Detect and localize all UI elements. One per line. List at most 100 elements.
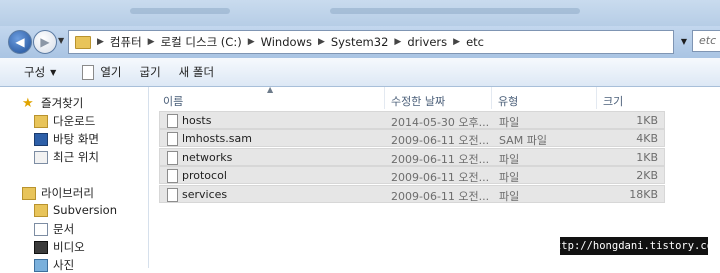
organize-label: 구성: [24, 65, 46, 79]
documents-icon: [34, 222, 48, 236]
new-folder-button[interactable]: 새 폴더: [170, 58, 223, 86]
breadcrumb-windows[interactable]: Windows: [261, 35, 312, 49]
file-type: 파일: [499, 171, 520, 184]
file-icon: [167, 151, 178, 165]
favorites-label: 즐겨찾기: [41, 96, 84, 110]
desktop-icon: [34, 132, 48, 146]
file-date: 2009-06-11 오전...: [391, 153, 490, 166]
nav-libraries[interactable]: 라이브러리: [22, 185, 94, 201]
file-name: hosts: [182, 114, 212, 127]
file-row[interactable]: lmhosts.sam 2009-06-11 오전... SAM 파일 4KB: [159, 129, 665, 147]
nav-item-pictures[interactable]: 사진: [34, 257, 74, 273]
search-input[interactable]: etc: [692, 30, 720, 52]
open-button[interactable]: 열기: [73, 58, 130, 86]
back-button[interactable]: ◀: [8, 30, 32, 54]
nav-item-label: 사진: [53, 258, 75, 272]
recent-places-icon: [34, 150, 48, 164]
file-size: 2KB: [636, 169, 658, 182]
breadcrumb-separator-icon[interactable]: ▶: [394, 37, 401, 47]
burn-label: 굽기: [139, 65, 161, 79]
file-size: 4KB: [636, 132, 658, 145]
nav-item-videos[interactable]: 비디오: [34, 239, 85, 255]
file-name: lmhosts.sam: [182, 132, 252, 145]
nav-item-label: 최근 위치: [53, 150, 99, 164]
sort-ascending-icon: ▲: [267, 85, 274, 94]
command-toolbar: 구성 ▼ 열기 굽기 새 폴더: [0, 58, 720, 87]
file-name: protocol: [182, 169, 227, 182]
chevron-down-icon: ▼: [50, 67, 57, 77]
nav-item-subversion[interactable]: Subversion: [34, 203, 117, 217]
file-date: 2009-06-11 오전...: [391, 171, 490, 184]
breadcrumb-separator-icon[interactable]: ▶: [97, 37, 104, 47]
nav-favorites[interactable]: ★ 즐겨찾기: [22, 95, 83, 111]
file-row[interactable]: protocol 2009-06-11 오전... 파일 2KB: [159, 166, 665, 184]
address-row: ◀ ▶ ▼ ▶ 컴퓨터 ▶ 로컬 디스크 (C:) ▶ Windows ▶ Sy…: [0, 26, 720, 58]
video-icon: [34, 240, 48, 254]
folder-icon: [75, 35, 91, 49]
file-name: networks: [182, 151, 233, 164]
file-size: 18KB: [629, 188, 658, 201]
file-icon: [167, 169, 178, 183]
file-type: SAM 파일: [499, 134, 547, 147]
nav-item-label: 비디오: [53, 240, 85, 254]
new-folder-label: 새 폴더: [178, 65, 215, 79]
nav-item-recent-places[interactable]: 최근 위치: [34, 149, 99, 165]
breadcrumb-separator-icon[interactable]: ▶: [453, 37, 460, 47]
column-header-size[interactable]: 크기: [603, 93, 623, 109]
breadcrumb-separator-icon[interactable]: ▶: [318, 37, 325, 47]
watermark: http://hongdani.tistory.com: [549, 237, 719, 255]
title-blur: [330, 8, 580, 14]
column-header-name[interactable]: 이름: [163, 93, 183, 109]
file-type: 파일: [499, 190, 520, 203]
breadcrumb: ▶ 컴퓨터 ▶ 로컬 디스크 (C:) ▶ Windows ▶ System32…: [91, 34, 484, 50]
file-date: 2009-06-11 오전...: [391, 190, 490, 203]
organize-button[interactable]: 구성 ▼: [0, 58, 65, 86]
file-icon: [167, 188, 178, 202]
file-date: 2009-06-11 오전...: [391, 134, 490, 147]
column-header-type[interactable]: 유형: [498, 93, 518, 109]
file-size: 1KB: [636, 114, 658, 127]
window-title-bar: [0, 0, 720, 26]
breadcrumb-local-disk[interactable]: 로컬 디스크 (C:): [161, 34, 242, 50]
breadcrumb-etc[interactable]: etc: [466, 35, 484, 49]
nav-item-desktop[interactable]: 바탕 화면: [34, 131, 99, 147]
libraries-label: 라이브러리: [41, 186, 94, 200]
navigation-pane: ★ 즐겨찾기 다운로드 바탕 화면 최근 위치 라이브러리 Subversion…: [0, 87, 149, 272]
document-icon: [82, 64, 95, 80]
file-type: 파일: [499, 153, 520, 166]
forward-button[interactable]: ▶: [33, 30, 57, 54]
file-icon: [167, 132, 178, 146]
file-size: 1KB: [636, 151, 658, 164]
nav-item-label: 문서: [53, 222, 75, 236]
star-icon: ★: [22, 95, 34, 111]
file-row[interactable]: services 2009-06-11 오전... 파일 18KB: [159, 185, 665, 203]
column-header-date[interactable]: 수정한 날짜: [391, 93, 445, 109]
breadcrumb-separator-icon[interactable]: ▶: [148, 37, 155, 47]
file-type: 파일: [499, 116, 520, 129]
open-label: 열기: [100, 65, 122, 79]
breadcrumb-separator-icon[interactable]: ▶: [248, 37, 255, 47]
title-blur: [130, 8, 230, 14]
address-dropdown-icon[interactable]: ▼: [677, 30, 691, 52]
column-divider[interactable]: [491, 87, 492, 109]
burn-button[interactable]: 굽기: [131, 58, 170, 86]
address-bar[interactable]: ▶ 컴퓨터 ▶ 로컬 디스크 (C:) ▶ Windows ▶ System32…: [68, 30, 674, 54]
nav-item-label: 다운로드: [53, 114, 96, 128]
breadcrumb-drivers[interactable]: drivers: [407, 35, 447, 49]
recent-pages-dropdown-icon[interactable]: ▼: [58, 36, 64, 45]
column-divider[interactable]: [596, 87, 597, 109]
file-row[interactable]: hosts 2014-05-30 오후... 파일 1KB: [159, 111, 665, 129]
file-icon: [167, 114, 178, 128]
nav-item-label: Subversion: [53, 203, 118, 217]
column-divider[interactable]: [384, 87, 385, 109]
library-icon: [22, 186, 36, 200]
subversion-library-icon: [34, 203, 48, 217]
file-row[interactable]: networks 2009-06-11 오전... 파일 1KB: [159, 148, 665, 166]
breadcrumb-computer[interactable]: 컴퓨터: [110, 34, 142, 50]
nav-item-label: 바탕 화면: [53, 132, 99, 146]
breadcrumb-system32[interactable]: System32: [331, 35, 389, 49]
nav-item-downloads[interactable]: 다운로드: [34, 113, 95, 129]
file-name: services: [182, 188, 228, 201]
nav-item-documents[interactable]: 문서: [34, 221, 74, 237]
download-folder-icon: [34, 114, 48, 128]
